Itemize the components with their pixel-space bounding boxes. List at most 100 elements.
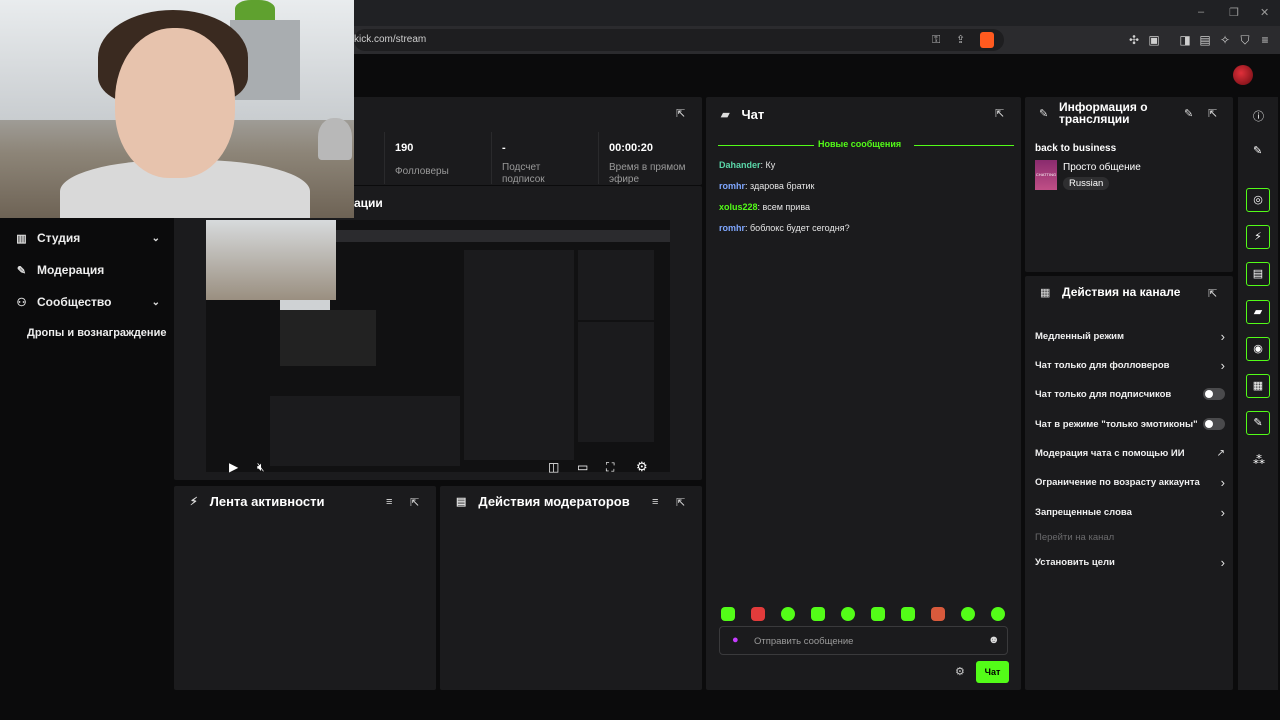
- stream-info-title: Информация о трансляции: [1059, 100, 1148, 126]
- slow-mode-row[interactable]: Медленный режим ›: [1035, 327, 1225, 345]
- followers-only-row[interactable]: Чат только для фолловеров ›: [1035, 356, 1225, 374]
- stream-preview[interactable]: [206, 220, 670, 472]
- emote-button[interactable]: [811, 607, 825, 621]
- rail-bolt-icon[interactable]: ⚡︎: [1246, 225, 1270, 249]
- sidebar-item-moderation[interactable]: ✎ Модерация: [15, 260, 104, 280]
- rail-more-icon[interactable]: ⁂: [1253, 453, 1265, 467]
- minimize-icon[interactable]: –: [1198, 6, 1204, 18]
- chat-username[interactable]: romhr: [719, 223, 745, 233]
- popout-icon[interactable]: ⇱: [1208, 107, 1217, 120]
- theater-icon[interactable]: ▭: [577, 460, 588, 474]
- chat-username[interactable]: romhr: [719, 181, 745, 191]
- nested-preview: [280, 310, 376, 366]
- set-goals-row[interactable]: Установить цели ›: [1035, 553, 1225, 571]
- action-label: Установить цели: [1035, 556, 1115, 568]
- popout-icon[interactable]: ⇱: [1208, 287, 1217, 300]
- chat-text: боблокс будет сегодня?: [750, 223, 850, 233]
- emote-button[interactable]: [841, 607, 855, 621]
- emote-button[interactable]: [751, 607, 765, 621]
- key-icon[interactable]: ⚿: [932, 29, 940, 51]
- sidebar-icon[interactable]: ◨: [1178, 33, 1192, 47]
- emoji-icon[interactable]: ☻: [988, 634, 1000, 646]
- emote-button[interactable]: [991, 607, 1005, 621]
- popout-icon[interactable]: ⇱: [676, 496, 685, 509]
- pip-icon[interactable]: ◫: [548, 460, 559, 474]
- sidebar-item-label: Студия: [37, 231, 81, 245]
- rail-capture-icon[interactable]: ◎: [1246, 188, 1270, 212]
- rail-document-icon[interactable]: ▤: [1246, 262, 1270, 286]
- stat-followers: 190 Фолловеры: [384, 132, 490, 184]
- chat-username[interactable]: Dahander: [719, 160, 761, 170]
- nested-chat: [464, 250, 574, 460]
- subscribers-only-toggle[interactable]: [1203, 388, 1225, 400]
- emote-button[interactable]: [721, 607, 735, 621]
- share-icon[interactable]: ⇪: [956, 29, 965, 51]
- filter-icon[interactable]: ≡: [386, 496, 392, 508]
- sidebar-item-drops[interactable]: Дропы и вознаграждение: [27, 327, 166, 339]
- address-bar[interactable]: kick.com/stream ⚿ ⇪: [354, 29, 1004, 51]
- pencil-icon[interactable]: ✎: [1253, 144, 1262, 157]
- document-icon: ▤: [456, 496, 467, 508]
- restore-icon[interactable]: ❐: [1229, 6, 1239, 19]
- emote-only-toggle[interactable]: [1203, 418, 1225, 430]
- webcam-overlay: [0, 0, 354, 218]
- avatar[interactable]: [1233, 65, 1253, 85]
- emote-button[interactable]: [961, 607, 975, 621]
- account-age-row[interactable]: Ограничение по возрасту аккаунта ›: [1035, 473, 1225, 491]
- chat-input[interactable]: ● Отправить сообщение ☻: [719, 626, 1008, 655]
- popout-icon[interactable]: ⇱: [676, 107, 685, 120]
- brave-shield-icon[interactable]: [980, 32, 994, 48]
- activity-title: Лента активности: [209, 494, 325, 509]
- sidebar-item-studio[interactable]: ▥ Студия ⌄: [15, 228, 160, 248]
- play-icon[interactable]: ▶: [229, 460, 238, 474]
- ai-moderation-row[interactable]: Модерация чата с помощью ИИ ↗: [1035, 444, 1225, 462]
- wrench-icon: ✎: [16, 264, 27, 277]
- chevron-down-icon: ⌄: [151, 232, 160, 244]
- wallet-icon[interactable]: ▣: [1147, 33, 1161, 47]
- fullscreen-icon[interactable]: ⛶: [606, 460, 614, 475]
- close-icon[interactable]: ✕: [1260, 6, 1269, 19]
- sidebar-item-community[interactable]: ⚇ Сообщество ⌄: [15, 292, 160, 312]
- banned-words-row[interactable]: Запрещенные слова ›: [1035, 503, 1225, 521]
- chat-input-placeholder: Отправить сообщение: [754, 636, 854, 647]
- stat-label: Подсчет подписок: [502, 162, 545, 184]
- wrench-icon: ✎: [1039, 108, 1049, 120]
- nested-info: [578, 250, 654, 320]
- sidebar-item-label: Сообщество: [37, 295, 112, 309]
- chat-username[interactable]: xolus228: [719, 202, 758, 212]
- external-link-icon: ↗: [1216, 447, 1225, 459]
- nested-actions: [578, 322, 654, 442]
- mute-icon[interactable]: 🔇︎: [257, 460, 265, 475]
- url-text: kick.com/stream: [354, 34, 427, 45]
- microphone-icon[interactable]: ●: [732, 634, 739, 646]
- rail-dashboard-icon[interactable]: ▦: [1246, 374, 1270, 398]
- emote-button[interactable]: [931, 607, 945, 621]
- chevron-right-icon: ›: [1220, 504, 1225, 520]
- chevron-right-icon: ›: [1220, 554, 1225, 570]
- chat-text: всем прива: [762, 202, 811, 212]
- filter-icon[interactable]: ≡: [652, 496, 658, 508]
- chat-send-button[interactable]: Чат: [976, 661, 1009, 683]
- emote-button[interactable]: [901, 607, 915, 621]
- leo-ai-icon[interactable]: ✧: [1218, 33, 1232, 47]
- popout-icon[interactable]: ⇱: [995, 107, 1004, 120]
- rail-broadcast-icon[interactable]: ◉: [1246, 337, 1270, 361]
- edit-icon[interactable]: ✎: [1184, 107, 1193, 120]
- chat-message: romhr: здарова братик: [719, 181, 815, 191]
- rail-chat-icon[interactable]: ▰: [1246, 300, 1270, 324]
- chat-settings-icon[interactable]: ⚙: [955, 665, 965, 678]
- settings-gear-icon[interactable]: ⚙: [636, 459, 648, 475]
- tabs-icon[interactable]: ▤: [1198, 33, 1212, 47]
- activity-header: ⚡︎ Лента активности: [190, 494, 324, 509]
- info-icon[interactable]: ⓘ: [1253, 108, 1264, 124]
- emote-button[interactable]: [871, 607, 885, 621]
- emote-button[interactable]: [781, 607, 795, 621]
- vpn-icon[interactable]: ⛉: [1238, 33, 1252, 48]
- stat-value: 00:00:20: [609, 142, 654, 154]
- action-label: Ограничение по возрасту аккаунта: [1035, 476, 1200, 488]
- popout-icon[interactable]: ⇱: [410, 496, 419, 509]
- rail-wrench-icon[interactable]: ✎: [1246, 411, 1270, 435]
- extensions-icon[interactable]: ✣: [1127, 33, 1141, 47]
- menu-icon[interactable]: ≡: [1258, 33, 1272, 47]
- action-label: Медленный режим: [1035, 330, 1125, 342]
